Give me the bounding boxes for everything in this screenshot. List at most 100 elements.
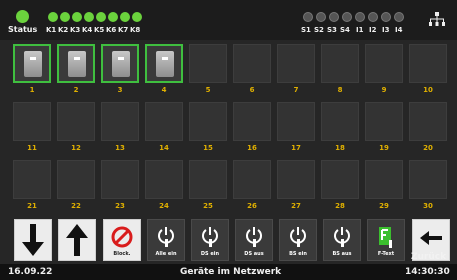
arrow-down-icon (22, 224, 44, 256)
ds-on-label: DS ein (200, 251, 220, 257)
k1-indicator (48, 12, 58, 22)
k8-label: K8 (130, 26, 141, 34)
device-slot-13[interactable] (101, 102, 139, 141)
device-slot-22[interactable] (57, 160, 95, 199)
ds-off-button[interactable]: DS aus (235, 219, 273, 261)
k3-indicator (72, 12, 82, 22)
device-slot-28[interactable] (321, 160, 359, 199)
device-slot-6[interactable] (233, 44, 271, 83)
date-display: 16.09.22 (8, 267, 53, 277)
arrow-up-icon (66, 224, 88, 256)
bs-on-button[interactable]: BS ein (279, 219, 317, 261)
device-slot-number: 20 (423, 144, 433, 152)
device-slot-12[interactable] (57, 102, 95, 141)
device-slot-number: 24 (159, 202, 169, 210)
device-icon (68, 51, 86, 77)
bs-off-button[interactable]: BS aus (323, 219, 361, 261)
device-slot-2[interactable] (57, 44, 95, 83)
device-slot-24[interactable] (145, 160, 183, 199)
power-touch-icon (290, 227, 306, 247)
device-slot-27[interactable] (277, 160, 315, 199)
device-slot-number: 5 (205, 86, 211, 94)
device-slot-19[interactable] (365, 102, 403, 141)
device-slot-15[interactable] (189, 102, 227, 141)
device-slot-number: 25 (203, 202, 213, 210)
k3-label: K3 (70, 26, 81, 34)
device-slot-number: 28 (335, 202, 345, 210)
device-slot-26[interactable] (233, 160, 271, 199)
arrow-left-icon (420, 231, 442, 245)
device-slot-number: 17 (291, 144, 301, 152)
device-slot-29[interactable] (365, 160, 403, 199)
device-slot-number: 22 (71, 202, 81, 210)
device-slot-25[interactable] (189, 160, 227, 199)
network-icon[interactable] (429, 12, 445, 26)
device-slot-8[interactable] (321, 44, 359, 83)
device-slot-3[interactable] (101, 44, 139, 83)
device-slot-number: 27 (291, 202, 301, 210)
screen: Status K1 K2 K3 K4 K5 K6 K7 K8 S1 S2 S3 … (0, 0, 457, 280)
k7-indicator (120, 12, 130, 22)
k1-label: K1 (46, 26, 57, 34)
device-slot-16[interactable] (233, 102, 271, 141)
back-label: Zurück (411, 252, 447, 262)
device-slot-23[interactable] (101, 160, 139, 199)
device-slot-4[interactable] (145, 44, 183, 83)
k4-indicator (84, 12, 94, 22)
power-touch-icon (202, 227, 218, 247)
i2-indicator (368, 12, 378, 22)
footer-bar: 16.09.22 Geräte im Netzwerk 14:30:30 (0, 264, 457, 280)
device-slot-9[interactable] (365, 44, 403, 83)
bs-on-label: BS ein (289, 251, 307, 257)
ftext-label: F-Text (377, 251, 395, 257)
device-slot-14[interactable] (145, 102, 183, 141)
device-icon (112, 51, 130, 77)
device-slot-number: 3 (117, 86, 123, 94)
device-slot-17[interactable] (277, 102, 315, 141)
device-slot-number: 21 (27, 202, 37, 210)
device-slot-10[interactable] (409, 44, 447, 83)
s2-indicator (316, 12, 326, 22)
block-button[interactable]: Block. (103, 219, 141, 261)
s1-label: S1 (301, 26, 311, 34)
i1-indicator (355, 12, 365, 22)
i2-label: I2 (369, 26, 377, 34)
ds-off-label: DS aus (244, 251, 264, 257)
scroll-up-button[interactable] (58, 219, 96, 261)
k6-label: K6 (106, 26, 117, 34)
device-icon (24, 51, 42, 77)
scroll-down-button[interactable] (14, 219, 52, 261)
status-label: Status (8, 25, 38, 34)
k8-indicator (132, 12, 142, 22)
k5-indicator (96, 12, 106, 22)
k7-label: K7 (118, 26, 129, 34)
device-slot-21[interactable] (13, 160, 51, 199)
device-slot-number: 23 (115, 202, 125, 210)
power-touch-icon (334, 227, 350, 247)
s3-indicator (329, 12, 339, 22)
device-slot-18[interactable] (321, 102, 359, 141)
ds-on-button[interactable]: DS ein (191, 219, 229, 261)
i4-label: I4 (395, 26, 403, 34)
k6-indicator (108, 12, 118, 22)
device-slot-30[interactable] (409, 160, 447, 199)
device-slot-11[interactable] (13, 102, 51, 141)
ftext-button[interactable]: F-Text (367, 219, 405, 261)
s3-label: S3 (327, 26, 337, 34)
all-on-button[interactable]: Alle ein (147, 219, 185, 261)
k5-label: K5 (94, 26, 105, 34)
device-slot-20[interactable] (409, 102, 447, 141)
device-slot-1[interactable] (13, 44, 51, 83)
device-slot-number: 18 (335, 144, 345, 152)
power-touch-icon (246, 227, 262, 247)
device-slot-7[interactable] (277, 44, 315, 83)
s2-label: S2 (314, 26, 324, 34)
s1-indicator (303, 12, 313, 22)
device-slot-number: 16 (247, 144, 257, 152)
all-on-label: Alle ein (155, 251, 177, 257)
device-icon (156, 51, 174, 77)
device-slot-number: 8 (337, 86, 343, 94)
device-slot-5[interactable] (189, 44, 227, 83)
device-slot-number: 15 (203, 144, 213, 152)
text-edit-icon (379, 227, 392, 248)
